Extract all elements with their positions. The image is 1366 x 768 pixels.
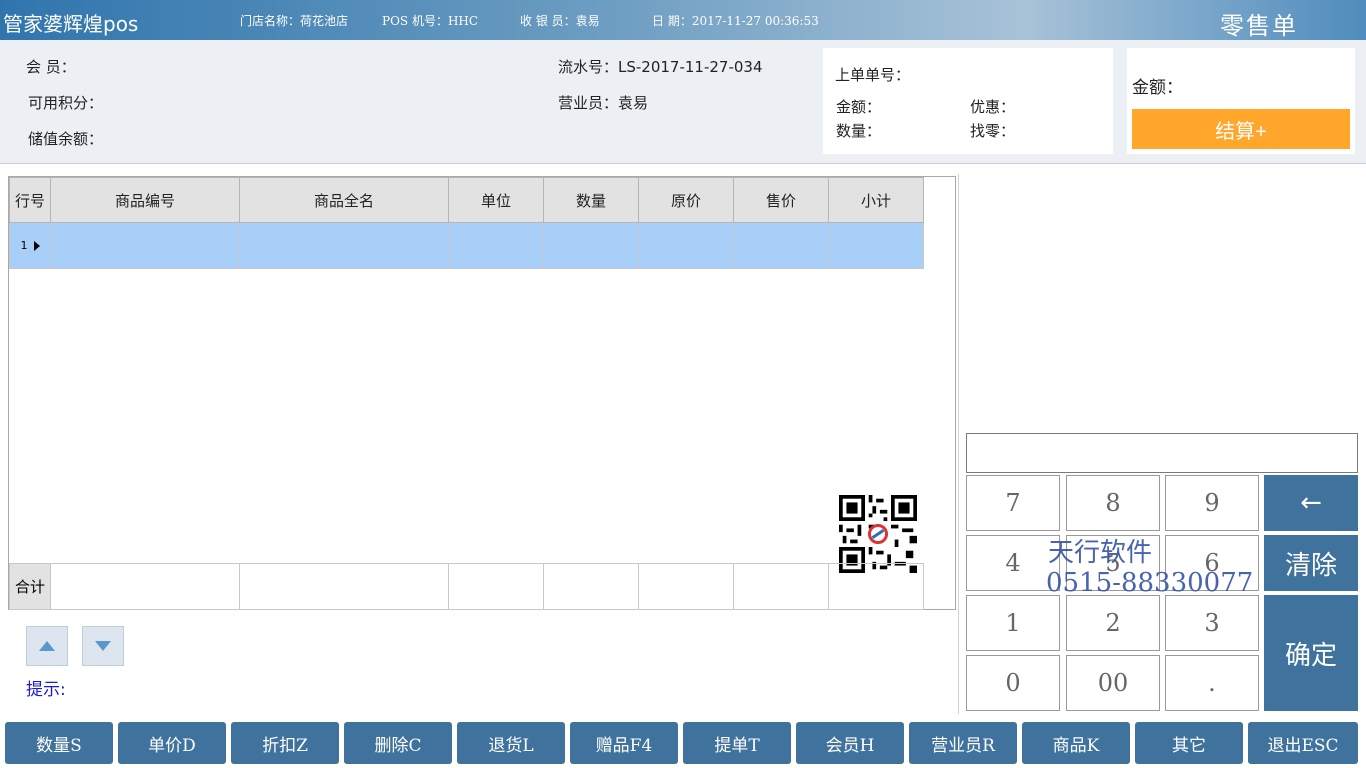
row-number-cell[interactable]: 1 <box>9 222 51 269</box>
cell-code[interactable] <box>50 222 240 269</box>
total-cell-unit <box>448 563 544 610</box>
hint-label: 提示: <box>26 680 66 700</box>
triangle-down-icon <box>95 641 111 651</box>
prev-quantity-label: 数量： <box>836 122 882 140</box>
discount-button[interactable]: 折扣Z <box>231 722 339 764</box>
salesperson-button[interactable]: 营业员R <box>909 722 1017 764</box>
key-4[interactable]: 4 <box>966 535 1060 591</box>
row-number: 1 <box>20 239 28 252</box>
other-button[interactable]: 其它 <box>1135 722 1243 764</box>
document-type: 零售单 <box>1220 12 1298 40</box>
key-3[interactable]: 3 <box>1165 595 1259 651</box>
key-0[interactable]: 0 <box>966 655 1060 711</box>
cell-quantity[interactable] <box>543 222 639 269</box>
serial-number: 流水号：LS-2017-11-27-034 <box>558 58 763 76</box>
delete-button[interactable]: 删除C <box>344 722 452 764</box>
col-header-quantity[interactable]: 数量 <box>543 177 639 223</box>
cell-unit[interactable] <box>448 222 544 269</box>
key-7[interactable]: 7 <box>966 475 1060 531</box>
prev-discount-label: 优惠： <box>970 98 1016 116</box>
function-toolbar: 数量S 单价D 折扣Z 删除C 退货L 赠品F4 提单T 会员H 营业员R 商品… <box>0 718 1366 768</box>
scroll-up-button[interactable] <box>26 626 68 666</box>
col-header-subtotal[interactable]: 小计 <box>828 177 924 223</box>
confirm-button[interactable]: 确定 <box>1264 595 1358 711</box>
total-cell-sale-price <box>733 563 829 610</box>
grid-table: 行号 商品编号 商品全名 单位 数量 原价 售价 小计 1 <box>9 177 924 269</box>
cell-subtotal[interactable] <box>828 222 924 269</box>
store-name: 门店名称：荷花池店 <box>240 14 349 28</box>
clear-button[interactable]: 清除 <box>1264 535 1358 591</box>
key-decimal[interactable]: . <box>1165 655 1259 711</box>
return-button[interactable]: 退货L <box>457 722 565 764</box>
total-cell-quantity <box>543 563 639 610</box>
cell-original-price[interactable] <box>638 222 734 269</box>
qr-code-icon <box>839 495 917 573</box>
prev-change-label: 找零： <box>970 122 1016 140</box>
product-button[interactable]: 商品K <box>1022 722 1130 764</box>
col-header-unit[interactable]: 单位 <box>448 177 544 223</box>
prev-amount-label: 金额： <box>836 98 882 116</box>
total-cell-name <box>239 563 449 610</box>
totals-row: 合计 <box>9 563 924 610</box>
exit-button[interactable]: 退出ESC <box>1248 722 1358 764</box>
salesperson: 营业员：袁易 <box>558 94 649 112</box>
backspace-button[interactable]: ← <box>1264 475 1358 531</box>
cell-name[interactable] <box>239 222 449 269</box>
date-time: 日 期：2017-11-27 00:36:53 <box>652 14 819 28</box>
key-1[interactable]: 1 <box>966 595 1060 651</box>
balance-label: 储值余额： <box>28 130 104 148</box>
col-header-sale-price[interactable]: 售价 <box>733 177 829 223</box>
key-8[interactable]: 8 <box>1066 475 1160 531</box>
totals-row-table: 合计 <box>9 563 924 610</box>
total-cell-subtotal <box>828 563 924 610</box>
cashier-name: 收 银 员：袁易 <box>520 14 600 28</box>
pos-number: POS 机号：HHC <box>382 14 479 28</box>
col-header-original-price[interactable]: 原价 <box>638 177 734 223</box>
total-cell-code <box>50 563 240 610</box>
col-header-code[interactable]: 商品编号 <box>50 177 240 223</box>
gift-button[interactable]: 赠品F4 <box>570 722 678 764</box>
amount-label: 金额： <box>1132 78 1183 98</box>
points-label: 可用积分： <box>28 94 104 112</box>
keypad-input[interactable] <box>966 433 1358 473</box>
retrieve-order-button[interactable]: 提单T <box>683 722 791 764</box>
total-label: 合计 <box>9 563 51 610</box>
key-2[interactable]: 2 <box>1066 595 1160 651</box>
cell-sale-price[interactable] <box>733 222 829 269</box>
member-label: 会 员： <box>26 58 76 76</box>
scroll-down-button[interactable] <box>82 626 124 666</box>
total-cell-original-price <box>638 563 734 610</box>
quantity-button[interactable]: 数量S <box>5 722 113 764</box>
key-00[interactable]: 00 <box>1066 655 1160 711</box>
table-row[interactable]: 1 <box>9 222 924 269</box>
col-header-name[interactable]: 商品全名 <box>239 177 449 223</box>
prev-order-label: 上单单号： <box>835 66 911 84</box>
unit-price-button[interactable]: 单价D <box>118 722 226 764</box>
app-title: 管家婆辉煌pos <box>3 12 139 36</box>
key-6[interactable]: 6 <box>1165 535 1259 591</box>
triangle-up-icon <box>39 641 55 651</box>
title-bar: 管家婆辉煌pos 门店名称：荷花池店 POS 机号：HHC 收 银 员：袁易 日… <box>0 0 1366 40</box>
col-header-row-number[interactable]: 行号 <box>9 177 51 223</box>
grid-header-row: 行号 商品编号 商品全名 单位 数量 原价 售价 小计 <box>9 177 924 223</box>
settle-button[interactable]: 结算+ <box>1132 109 1350 149</box>
current-row-arrow-icon <box>33 241 40 251</box>
product-grid[interactable]: 行号 商品编号 商品全名 单位 数量 原价 售价 小计 1 合计 <box>8 176 956 610</box>
key-5[interactable]: 5 <box>1066 535 1160 591</box>
pos-window: 管家婆辉煌pos 门店名称：荷花池店 POS 机号：HHC 收 银 员：袁易 日… <box>0 0 1366 768</box>
member-button[interactable]: 会员H <box>796 722 904 764</box>
key-9[interactable]: 9 <box>1165 475 1259 531</box>
